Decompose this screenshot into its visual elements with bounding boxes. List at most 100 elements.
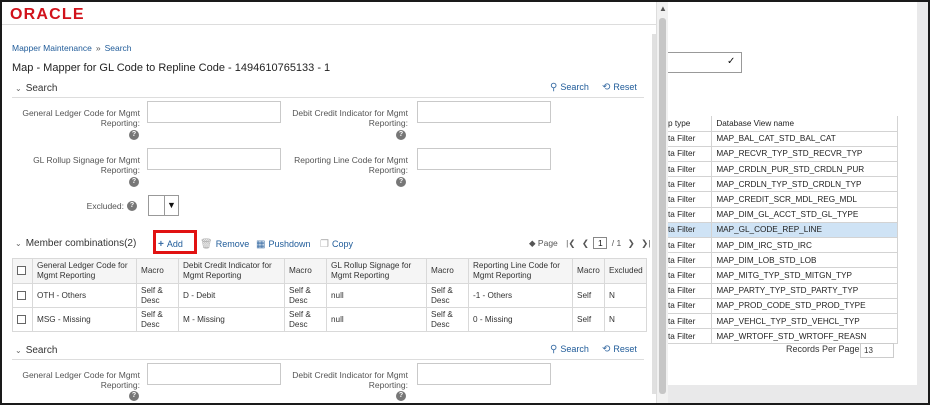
map-type-cell: ta Filter [668,176,713,193]
table-row[interactable]: ta Filter MAP_BAL_CAT_STD_BAL_CAT [668,131,898,147]
column-header[interactable]: GL Rollup Signage for Mgmt Reporting [326,258,427,284]
copy-button-label: Copy [331,239,353,249]
section-divider [12,97,644,98]
copy-button[interactable]: ❐ Copy [320,239,353,250]
reporting-line-input[interactable] [417,148,551,170]
column-header[interactable]: Debit Credit Indicator for Mgmt Reportin… [178,258,285,284]
first-page-icon[interactable]: |❮ [566,238,575,248]
map-type-cell: ta Filter [668,313,713,330]
excluded-select[interactable]: ▼ [148,195,179,216]
reset-button[interactable]: ⟲ Reset [602,82,637,93]
help-icon[interactable]: ? [396,177,406,187]
page-number-input[interactable]: 1 [593,237,608,249]
map-type-cell: ta Filter [668,207,713,223]
database-view-cell: MAP_CRDLN_PUR_STD_CRDLN_PUR [711,161,898,178]
database-view-cell: MAP_RECVR_TYP_STD_RECVR_TYP [711,146,898,163]
trash-icon: 🗑 [200,239,213,250]
table-row[interactable]: ta Filter MAP_VEHCL_TYP_STD_VEHCL_TYP [668,313,898,330]
column-header[interactable]: Macro [426,258,469,284]
column-header[interactable]: Macro [284,258,327,284]
reset-button-label-2: Reset [613,344,637,354]
table-row[interactable]: ta Filter MAP_DIM_GL_ACCT_STD_GL_TYPE [668,207,898,223]
table-row[interactable]: ta Filter MAP_PARTY_TYP_STD_PARTY_TYP [668,283,898,299]
column-header[interactable]: Excluded [604,258,647,284]
total-pages: / 1 [611,238,622,248]
modal-scrollbar[interactable]: ▲ [656,2,668,403]
help-icon[interactable]: ? [129,130,139,140]
help-icon[interactable]: ? [129,391,139,401]
map-type-cell: ta Filter [668,283,713,299]
table-row[interactable]: ta Filter MAP_DIM_LOB_STD_LOB [668,252,898,269]
table-row[interactable]: ta Filter MAP_MITG_TYP_STD_MITGN_TYP [668,267,898,284]
member-combinations-table: General Ledger Code for Mgmt Reporting M… [12,258,647,332]
remove-button[interactable]: 🗑 Remove [200,239,249,250]
column-header[interactable]: Macro [136,258,179,284]
background-select[interactable]: ✓ [668,52,742,73]
prev-page-icon[interactable]: ❮ [582,238,589,248]
help-icon[interactable]: ? [129,177,139,187]
database-view-cell: MAP_GL_CODE_REP_LINE [711,222,898,239]
row-checkbox[interactable] [17,314,26,324]
column-header[interactable]: Macro [572,258,605,284]
search-section-header[interactable]: ⌄ Search [15,83,57,94]
table-row[interactable]: ta Filter MAP_RECVR_TYP_STD_RECVR_TYP [668,146,898,163]
debit-credit-input[interactable] [417,101,551,123]
gl-code-input-2[interactable] [147,363,281,385]
row-checkbox[interactable] [17,290,26,300]
table-row[interactable]: ta Filter MAP_CRDLN_TYP_STD_CRDLN_TYP [668,176,898,193]
select-all-cell [12,258,33,284]
pushdown-button-label: Pushdown [268,239,311,249]
chevron-down-icon: ⌄ [15,346,22,355]
search-button-2[interactable]: ⚲ Search [550,344,589,355]
table-row[interactable]: ta Filter MAP_CRDLN_PUR_STD_CRDLN_PUR [668,161,898,178]
table-row[interactable]: ta Filter MAP_DIM_IRC_STD_IRC [668,237,898,254]
select-all-checkbox[interactable] [17,266,26,276]
table-cell: N [604,307,647,332]
scrollbar-thumb[interactable] [659,18,666,394]
last-page-icon[interactable]: ❯| [641,238,650,248]
map-type-cell: ta Filter [668,146,713,163]
reporting-line-label: Reporting Line Code for Mgmt Reporting: [294,155,408,175]
records-per-page-input[interactable]: 13 [860,343,894,358]
help-icon[interactable]: ? [396,130,406,140]
debit-credit-label-2: Debit Credit Indicator for Mgmt Reportin… [292,370,408,390]
table-row[interactable]: ta Filter MAP_WRTOFF_STD_WRTOFF_REASN [668,328,898,345]
breadcrumb: Mapper Maintenance» Search [12,43,132,53]
search-section-header-2[interactable]: ⌄ Search [15,345,57,356]
map-type-cell: ta Filter [668,222,713,239]
reset-button-2[interactable]: ⟲ Reset [602,344,637,355]
table-cell: Self [572,307,605,332]
pager: ◆ Page |❮ ❮ 1 / 1 ❯ ❯| [529,237,650,249]
table-row[interactable]: ta Filter MAP_GL_CODE_REP_LINE [668,222,898,239]
breadcrumb-mapper-maintenance[interactable]: Mapper Maintenance [12,43,92,53]
chevron-down-icon: ✓ [727,56,736,67]
help-icon[interactable]: ? [396,391,406,401]
pager-label: Page [537,238,558,248]
scroll-up-icon[interactable]: ▲ [659,4,667,13]
map-type-cell: ta Filter [668,161,713,178]
pushdown-icon: ▦ [256,239,266,250]
table-row[interactable]: ta Filter MAP_CREDIT_SCR_MDL_REG_MDL [668,191,898,208]
breadcrumb-search[interactable]: Search [105,43,132,53]
database-view-cell: MAP_DIM_GL_ACCT_STD_GL_TYPE [711,207,898,223]
member-combinations-header[interactable]: ⌄ Member combinations(2) [15,238,136,249]
column-header[interactable]: Reporting Line Code for Mgmt Reporting [468,258,573,284]
debit-credit-input-2[interactable] [417,363,551,385]
next-page-icon[interactable]: ❯ [628,238,635,248]
help-icon[interactable]: ? [127,201,137,211]
column-header[interactable]: General Ledger Code for Mgmt Reporting [32,258,137,284]
table-row[interactable]: ta Filter MAP_PROD_CODE_STD_PROD_TYPE [668,298,898,314]
database-view-cell: MAP_DIM_IRC_STD_IRC [711,237,898,254]
add-button[interactable]: + Add [158,239,183,250]
database-view-cell: MAP_BAL_CAT_STD_BAL_CAT [711,131,898,147]
excluded-label: Excluded: [86,201,124,211]
table-row[interactable]: MSG - Missing Self & Desc M - Missing Se… [12,307,647,332]
gl-code-input[interactable] [147,101,281,123]
search-button[interactable]: ⚲ Search [550,82,589,93]
table-row[interactable]: OTH - Others Self & Desc D - Debit Self … [12,283,647,308]
table-cell: null [326,307,427,332]
gl-rollup-input[interactable] [147,148,281,170]
pushdown-button[interactable]: ▦ Pushdown [256,239,310,250]
table-cell: null [326,283,427,308]
search-icon: ⚲ [550,344,558,355]
